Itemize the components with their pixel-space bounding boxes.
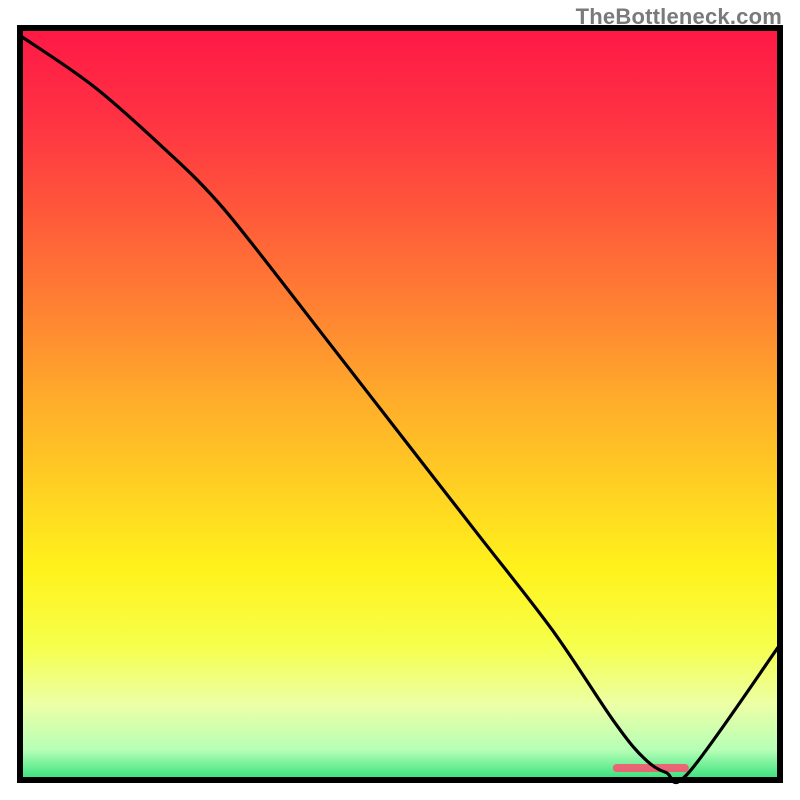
bottleneck-chart	[0, 0, 800, 800]
watermark-text: TheBottleneck.com	[576, 4, 782, 30]
chart-stage: TheBottleneck.com	[0, 0, 800, 800]
plot-background	[20, 28, 780, 780]
